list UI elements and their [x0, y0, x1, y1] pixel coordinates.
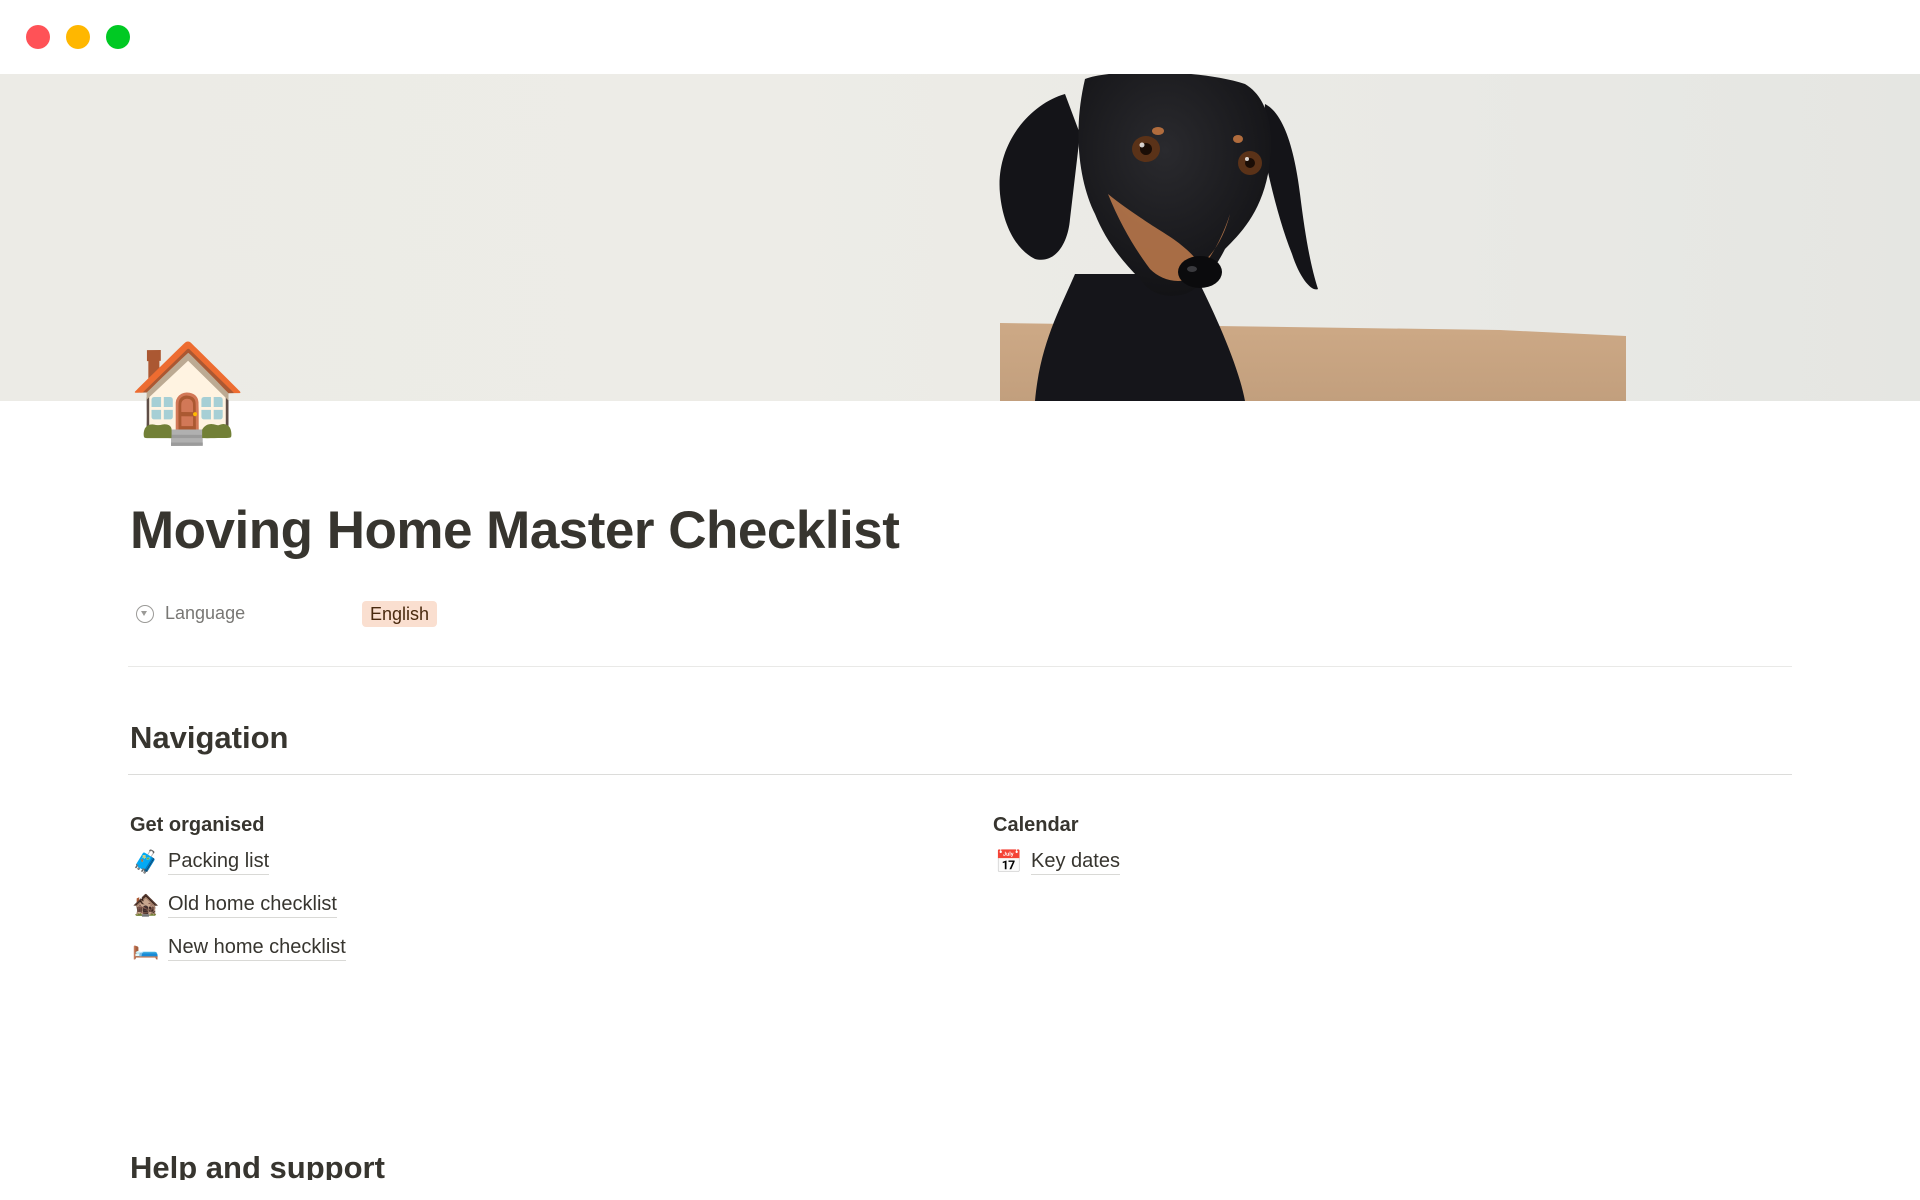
column-title: Get organised: [130, 814, 265, 836]
house-icon[interactable]: 🏠: [128, 338, 248, 448]
select-property-icon: [136, 605, 154, 623]
minimize-window-button[interactable]: [66, 25, 90, 49]
link-packing-list[interactable]: 🧳 Packing list: [130, 840, 910, 883]
link-old-home-checklist[interactable]: 🏚️ Old home checklist: [130, 883, 910, 926]
heading-divider: [128, 774, 1792, 775]
link-label[interactable]: New home checklist: [168, 935, 346, 961]
cover-image: [0, 74, 1920, 401]
column-get-organised: Get organised 🧳 Packing list 🏚️ Old home…: [130, 810, 910, 969]
dog-neck: [1035, 274, 1245, 401]
link-new-home-checklist[interactable]: 🛏️ New home checklist: [130, 926, 910, 969]
viewport-bottom-edge: [0, 1180, 1920, 1200]
dog-nose: [1178, 256, 1222, 288]
language-badge[interactable]: English: [362, 601, 438, 627]
link-key-dates[interactable]: 📅 Key dates: [993, 840, 1773, 883]
navigation-heading: Navigation: [130, 720, 289, 755]
bed-icon: 🛏️: [132, 934, 160, 960]
column-calendar: Calendar 📅 Key dates: [993, 810, 1773, 883]
link-label[interactable]: Packing list: [168, 849, 270, 875]
column-title: Calendar: [993, 814, 1079, 836]
luggage-icon: 🧳: [132, 848, 160, 874]
property-label: Language: [165, 603, 246, 623]
link-label[interactable]: Old home checklist: [168, 892, 337, 918]
calendar-icon: 📅: [995, 848, 1023, 874]
maximize-window-button[interactable]: [106, 25, 130, 49]
old-house-icon: 🏚️: [132, 891, 160, 917]
close-window-button[interactable]: [26, 25, 50, 49]
divider: [128, 666, 1792, 667]
link-label[interactable]: Key dates: [1031, 849, 1120, 875]
property-language[interactable]: Language English: [130, 598, 930, 630]
page-title[interactable]: Moving Home Master Checklist: [130, 500, 900, 561]
dog-photo: [999, 74, 1626, 401]
window-titlebar: [0, 0, 1920, 74]
